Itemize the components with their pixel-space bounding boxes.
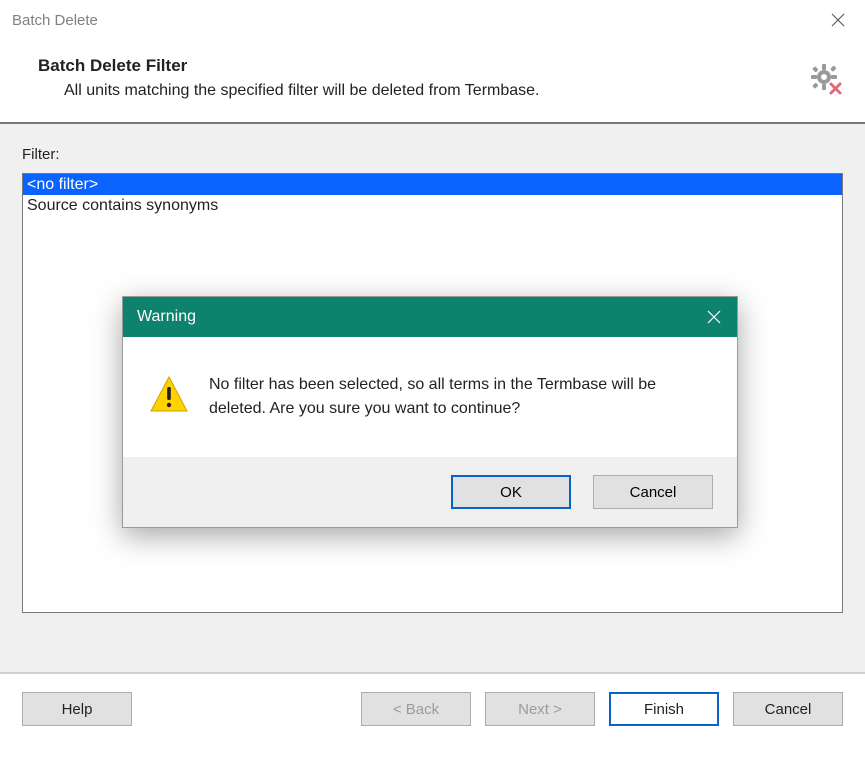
cancel-button[interactable]: Cancel (733, 692, 843, 726)
page-subtitle: All units matching the specified filter … (64, 82, 843, 100)
filter-label: Filter: (22, 146, 843, 163)
dialog-cancel-button[interactable]: Cancel (593, 475, 713, 509)
next-button: Next > (485, 692, 595, 726)
wizard-header: Batch Delete Filter All units matching t… (0, 40, 865, 124)
back-button: < Back (361, 692, 471, 726)
filter-item[interactable]: Source contains synonyms (23, 195, 842, 216)
dialog-titlebar: Warning (123, 297, 737, 337)
finish-button[interactable]: Finish (609, 692, 719, 726)
dialog-title: Warning (137, 308, 705, 326)
page-title: Batch Delete Filter (38, 56, 843, 76)
gear-delete-icon (809, 62, 843, 101)
help-button[interactable]: Help (22, 692, 132, 726)
dialog-footer: OK Cancel (123, 457, 737, 527)
dialog-message: No filter has been selected, so all term… (209, 373, 711, 421)
close-icon[interactable] (705, 308, 723, 326)
warning-icon (149, 375, 189, 418)
filter-item[interactable]: <no filter> (23, 174, 842, 195)
window-title: Batch Delete (12, 12, 823, 29)
dialog-body: No filter has been selected, so all term… (123, 337, 737, 457)
wizard-footer: Help < Back Next > Finish Cancel (0, 674, 865, 726)
window-titlebar: Batch Delete (0, 0, 865, 40)
ok-button[interactable]: OK (451, 475, 571, 509)
close-icon[interactable] (823, 9, 853, 31)
warning-dialog: Warning No filter has been selected, so … (122, 296, 738, 528)
